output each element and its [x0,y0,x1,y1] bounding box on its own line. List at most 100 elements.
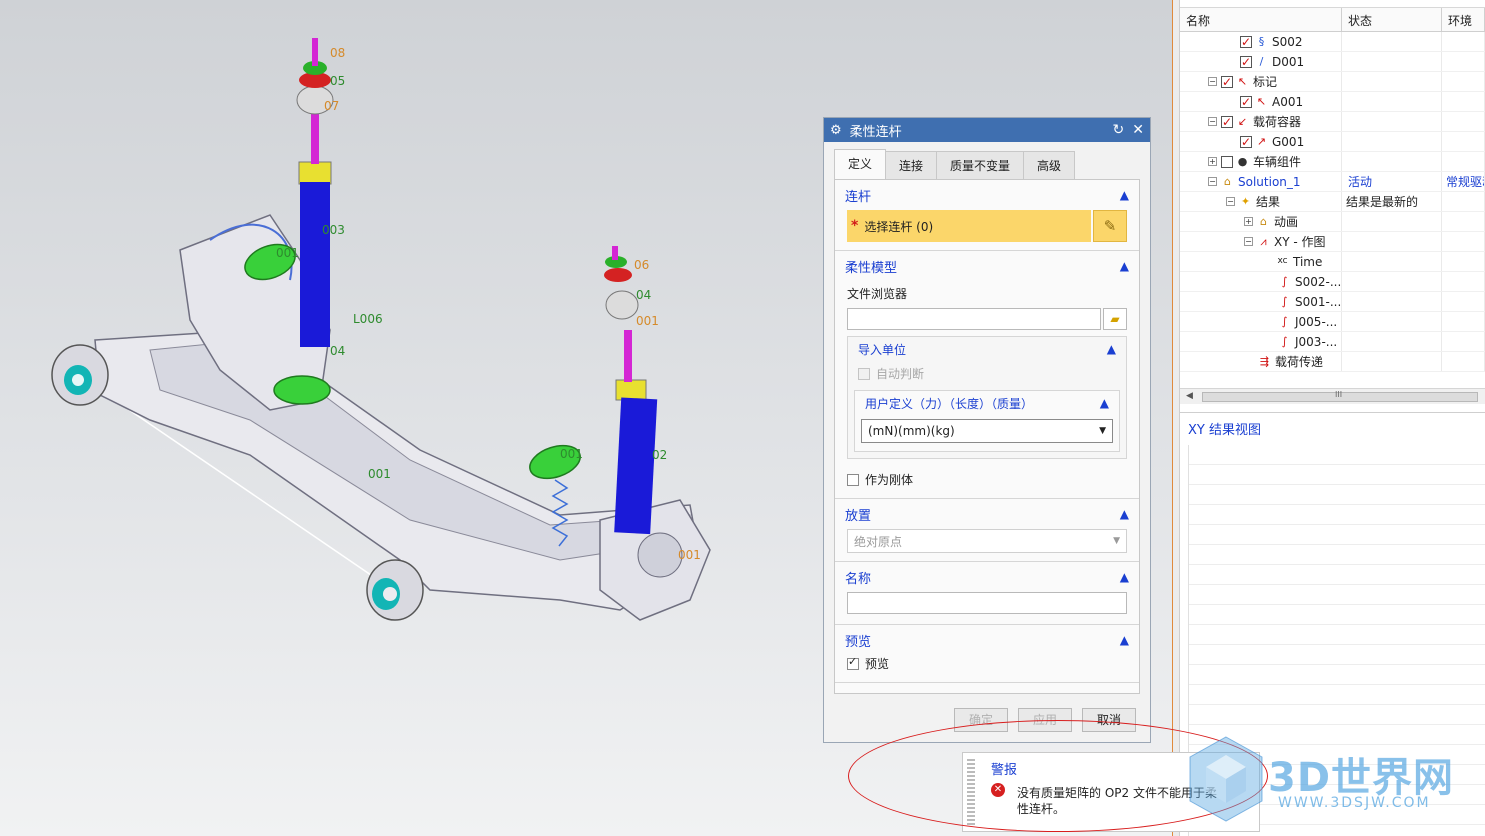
collapse-caret-icon[interactable]: ▲ [1120,507,1129,521]
section-header[interactable]: 柔性模型 ▲ [835,251,1139,281]
name-input[interactable] [847,592,1127,614]
scroll-left-icon[interactable]: ◀ [1186,391,1193,401]
tree-row[interactable]: ⇶ 载荷传递 [1180,352,1485,372]
tab-advanced[interactable]: 高级 [1023,151,1076,179]
tree-row[interactable]: −↖标记 [1180,72,1485,92]
collapse-caret-icon[interactable]: ▲ [1100,396,1109,410]
open-folder-icon[interactable]: ▰ [1103,308,1127,330]
tab-mass-invariant[interactable]: 质量不变量 [936,151,1025,179]
marker-label: 001 [560,447,583,461]
spring-icon: § [1258,35,1265,48]
xy-result-title: XY 结果视图 [1188,423,1261,438]
collapse-caret-icon[interactable]: ▲ [1107,342,1116,356]
select-link-button[interactable]: ✎ [1093,210,1127,242]
marker-icon: ↖ [1237,75,1248,88]
select-link-field[interactable]: * 选择连杆 (0) [847,210,1091,242]
tree-row[interactable]: /D001 [1180,52,1485,72]
collapse-icon[interactable]: − [1226,197,1235,206]
collapse-caret-icon[interactable]: ▲ [1120,633,1129,647]
tab-connection[interactable]: 连接 [885,151,938,179]
required-star-icon: * [851,218,859,234]
column-name[interactable]: 名称 [1180,8,1342,31]
marker-label: 08 [330,46,346,60]
panel-splitter[interactable] [1172,0,1180,836]
column-env[interactable]: 环境 [1442,8,1485,31]
dialog-titlebar[interactable]: ⚙ 柔性连杆 ↻ ✕ [824,118,1150,142]
units-select[interactable]: (mN)(mm)(kg) ▼ [861,419,1113,443]
marker-label: L006 [353,312,383,326]
marker-label: 001 [678,548,701,562]
tree-row[interactable]: ↗G001 [1180,132,1485,152]
tree-row[interactable]: ∫ J005-... [1180,312,1485,332]
section-header[interactable]: 连杆 ▲ [835,180,1139,210]
marker-label: 003 [322,223,345,237]
marker-label: 05 [330,74,346,88]
section-header[interactable]: 导入单位 ▲ [848,337,1126,361]
tree-row[interactable]: ∫ J003-... [1180,332,1485,352]
auto-detect-checkbox[interactable]: 自动判断 [848,361,1126,386]
tree-row[interactable]: xc Time [1180,252,1485,272]
placement-select[interactable]: 绝对原点 ▼ [847,529,1127,553]
section-user-defined: 用户定义（力）（长度）（质量） ▲ (mN)(mm)(kg) ▼ [854,390,1120,452]
scroll-thumb[interactable]: III [1202,390,1478,402]
section-header[interactable]: 用户定义（力）（长度）（质量） ▲ [855,391,1119,415]
tree-row[interactable]: ∫ S001-... [1180,292,1485,312]
flexible-link-dialog: ⚙ 柔性连杆 ↻ ✕ 定义 连接 质量不变量 高级 连杆 ▲ * 选择连杆 (0) … [823,117,1151,743]
section-import-units: 导入单位 ▲ 自动判断 用户定义（力）（长度）（质量） ▲ (mN)(mm)(kg)… [847,336,1127,459]
section-preview: 预览▲ 预览 [835,625,1139,683]
simulation-navigator: 名称 状态 环境 §S002 /D001 −↖标记 ↖A001 −↙载荷容器 ↗… [1180,0,1485,410]
file-path-input[interactable] [847,308,1101,330]
checkbox[interactable] [1221,112,1233,131]
load-icon: ↗ [1256,135,1267,148]
checkbox[interactable] [1221,155,1233,168]
checkbox[interactable] [1240,92,1252,111]
tree-row[interactable]: − ✦ 结果 结果是最新的 [1180,192,1485,212]
time-axis-icon: xc [1277,256,1288,266]
collapse-icon[interactable]: − [1208,117,1217,126]
tree-row[interactable]: + ⌂ 动画 [1180,212,1485,232]
collapse-caret-icon[interactable]: ▲ [1120,188,1129,202]
section-header[interactable]: 预览 ▲ [835,625,1139,655]
collapse-caret-icon[interactable]: ▲ [1120,259,1129,273]
close-icon[interactable]: ✕ [1132,122,1144,138]
collapse-caret-icon[interactable]: ▲ [1120,570,1129,584]
checkbox[interactable] [1240,32,1252,51]
curve-icon: ∫ [1281,335,1288,348]
column-status[interactable]: 状态 [1342,8,1442,31]
expand-icon[interactable]: + [1244,217,1253,226]
solution-icon: ⌂ [1224,175,1231,188]
tab-definition[interactable]: 定义 [834,149,887,179]
collapse-icon[interactable]: − [1208,77,1217,86]
preview-checkbox[interactable]: 预览 [835,655,1139,682]
curve-icon: ∫ [1281,275,1288,288]
as-rigid-checkbox[interactable]: 作为刚体 [835,467,1139,498]
tree-hscrollbar[interactable]: ◀ III [1180,388,1485,404]
vehicle-assembly-icon: ● [1237,155,1248,168]
marker-label: 001 [636,314,659,328]
tree-row[interactable]: ∫ S002-... [1180,272,1485,292]
marker-label: 04 [636,288,652,302]
checkbox[interactable] [1221,72,1233,91]
section-header[interactable]: 名称 ▲ [835,562,1139,592]
expand-icon[interactable]: + [1208,157,1217,166]
checkbox[interactable] [1240,132,1252,151]
collapse-icon[interactable]: − [1208,177,1217,186]
section-name: 名称 ▲ [835,562,1139,625]
reset-icon[interactable]: ↻ [1113,122,1125,138]
tree-row[interactable]: ↖A001 [1180,92,1485,112]
watermark-url: WWW.3DSJW.COM [1278,795,1431,811]
chevron-down-icon: ▼ [1099,426,1106,436]
checkbox[interactable] [1240,52,1252,71]
xy-plot-icon: ⩘ [1260,235,1267,248]
dialog-title: 柔性连杆 [849,124,902,140]
section-flex-model: 柔性模型 ▲ 文件浏览器 ▰ 导入单位 ▲ 自动判断 用户定义（力）（长度）（质量）… [835,251,1139,499]
tree-row[interactable]: + ● 车辆组件 [1180,152,1485,172]
tree-row[interactable]: −↙载荷容器 [1180,112,1485,132]
tree-row[interactable]: −⌂Solution_1 活动常规驱动 [1180,172,1485,192]
tree-row[interactable]: §S002 [1180,32,1485,52]
curve-icon: ∫ [1281,315,1288,328]
tree-row[interactable]: − ⩘ XY - 作图 [1180,232,1485,252]
marker-label: 001 [276,246,299,260]
section-header[interactable]: 放置 ▲ [835,499,1139,529]
collapse-icon[interactable]: − [1244,237,1253,246]
